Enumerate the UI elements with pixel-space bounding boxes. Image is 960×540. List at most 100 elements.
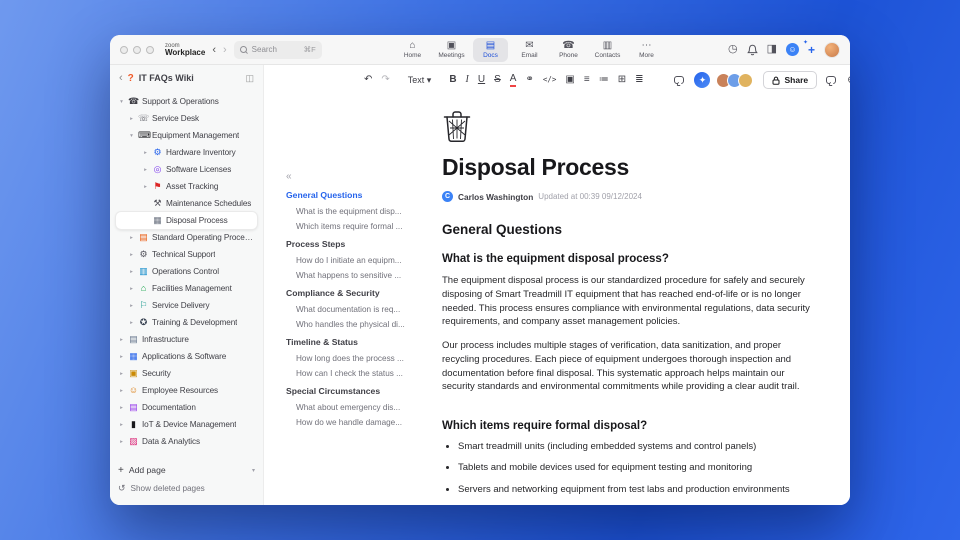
outline-item[interactable]: Which items require formal ...	[296, 222, 428, 231]
share-button[interactable]: Share	[763, 71, 818, 89]
tab-meetings[interactable]: ▣ Meetings	[434, 38, 469, 62]
bell-icon[interactable]	[746, 44, 758, 56]
chevron-icon[interactable]: ▸	[128, 269, 135, 275]
sidebar-item-support-operations[interactable]: ▾ ☎ Support & Operations	[116, 93, 257, 110]
chevron-down-icon[interactable]: ▾	[252, 467, 255, 474]
outline-item[interactable]: General Questions	[286, 190, 428, 200]
chevron-icon[interactable]: ▸	[118, 439, 125, 445]
clock-icon[interactable]: ◷	[728, 44, 738, 55]
chevron-icon[interactable]: ▸	[128, 235, 135, 241]
forward-button[interactable]: ›	[223, 44, 227, 56]
align-icon[interactable]: ≣	[635, 75, 643, 85]
back-button[interactable]: ‹	[212, 44, 216, 56]
outline-item[interactable]: How do we handle damage...	[296, 418, 428, 427]
chevron-icon[interactable]: ▸	[118, 405, 125, 411]
traffic-light-close[interactable]	[120, 45, 128, 54]
layout-panel-icon[interactable]: ◨	[767, 44, 777, 55]
sidebar-item-standard-operating-procedures[interactable]: ▸ ▤ Standard Operating Procedures	[116, 229, 257, 246]
profile-avatar[interactable]	[824, 41, 840, 58]
bullet-list-icon[interactable]: ≡	[584, 75, 590, 85]
sidebar-item-equipment-management[interactable]: ▾ ⌨ Equipment Management	[116, 127, 257, 144]
bold-button[interactable]: B	[449, 75, 456, 85]
italic-button[interactable]: I	[466, 75, 469, 85]
chevron-icon[interactable]: ▸	[142, 150, 149, 156]
outline-item[interactable]: Compliance & Security	[286, 288, 428, 298]
tab-docs[interactable]: ▤ Docs	[473, 38, 508, 62]
sidebar-item-training-development[interactable]: ▸ ✪ Training & Development	[116, 314, 257, 331]
outline-item[interactable]: What about emergency dis...	[296, 403, 428, 412]
add-page-button[interactable]: + Add page ▾	[118, 462, 255, 478]
outline-item[interactable]: What documentation is req...	[296, 305, 428, 314]
insert-table-icon[interactable]: ⊞	[618, 75, 626, 85]
text-style-dropdown[interactable]: Text ▾	[408, 75, 432, 85]
sidebar-item-service-delivery[interactable]: ▸ ⚐ Service Delivery	[116, 297, 257, 314]
outline-item[interactable]: How do I initiate an equipm...	[296, 256, 428, 265]
collaborator-avatar[interactable]	[738, 72, 754, 88]
comment-icon[interactable]	[674, 76, 685, 84]
chevron-icon[interactable]: ▸	[142, 167, 149, 173]
chevron-icon[interactable]: ▾	[128, 133, 135, 139]
chevron-icon[interactable]: ▸	[128, 286, 135, 292]
link-icon[interactable]: ⚭	[525, 75, 533, 85]
undo-icon[interactable]: ↶	[364, 75, 372, 85]
numbered-list-icon[interactable]: ≔	[599, 75, 609, 85]
tab-contacts[interactable]: ▥ Contacts	[590, 38, 625, 62]
sidebar-item-disposal-process[interactable]: ▦ Disposal Process	[116, 212, 257, 229]
sidebar-item-hardware-inventory[interactable]: ▸ ⚙ Hardware Inventory	[116, 144, 257, 161]
text-color-button[interactable]: A	[509, 73, 517, 87]
ai-companion-button[interactable]: ✦	[694, 72, 711, 88]
outline-item[interactable]: How long does the process ...	[296, 354, 428, 363]
chevron-icon[interactable]: ▸	[118, 337, 125, 343]
tab-more[interactable]: ⋯ More	[629, 38, 664, 62]
outline-item[interactable]: Timeline & Status	[286, 337, 428, 347]
show-deleted-pages-button[interactable]: ↺ Show deleted pages	[118, 481, 255, 496]
chevron-icon[interactable]: ▾	[118, 99, 125, 105]
globe-icon[interactable]: ⊕	[847, 74, 850, 86]
sidebar-item-documentation[interactable]: ▸ ▤ Documentation	[116, 399, 257, 416]
tab-email[interactable]: ✉ Email	[512, 38, 547, 62]
presence-avatar[interactable]: ☺	[785, 43, 799, 56]
outline-item[interactable]: What happens to sensitive ...	[296, 271, 428, 280]
sidebar-item-operations-control[interactable]: ▸ ▥ Operations Control	[116, 263, 257, 280]
sidebar-collapse-icon[interactable]: ◫	[245, 73, 254, 84]
outline-item[interactable]: Special Circumstances	[286, 386, 428, 396]
tab-phone[interactable]: ☎ Phone	[551, 38, 586, 62]
sidebar-item-software-licenses[interactable]: ▸ ◎ Software Licenses	[116, 161, 257, 178]
tab-home[interactable]: ⌂ Home	[395, 38, 430, 62]
outline-item[interactable]: Process Steps	[286, 239, 428, 249]
chevron-icon[interactable]: ▸	[142, 184, 149, 190]
sidebar-item-applications-software[interactable]: ▸ ▦ Applications & Software	[116, 348, 257, 365]
chevron-icon[interactable]: ▸	[118, 422, 125, 428]
sidebar-item-facilities-management[interactable]: ▸ ⌂ Facilities Management	[116, 280, 257, 297]
sidebar-back-icon[interactable]: ‹	[119, 72, 123, 84]
sidebar-item-infrastructure[interactable]: ▸ ▤ Infrastructure	[116, 331, 257, 348]
inline-code-icon[interactable]: </>	[543, 76, 557, 84]
sidebar-item-employee-resources[interactable]: ▸ ☺ Employee Resources	[116, 382, 257, 399]
redo-icon[interactable]: ↷	[381, 75, 389, 85]
chevron-icon[interactable]: ▸	[128, 320, 135, 326]
outline-item[interactable]: How can I check the status ...	[296, 369, 428, 378]
sidebar-item-data-analytics[interactable]: ▸ ▨ Data & Analytics	[116, 433, 257, 450]
chevron-icon[interactable]: ▸	[118, 371, 125, 377]
sidebar-item-service-desk[interactable]: ▸ ☏ Service Desk	[116, 110, 257, 127]
code-block-icon[interactable]: ▣	[565, 75, 574, 85]
strikethrough-button[interactable]: S	[494, 75, 501, 85]
collapse-outline-icon[interactable]: «	[286, 171, 428, 182]
outline-item[interactable]: What is the equipment disp...	[296, 207, 428, 216]
outline-item[interactable]: Who handles the physical di...	[296, 320, 428, 329]
traffic-light-zoom[interactable]	[146, 45, 154, 54]
sidebar-item-asset-tracking[interactable]: ▸ ⚑ Asset Tracking	[116, 178, 257, 195]
search-input[interactable]: Search ⌘F	[233, 40, 322, 59]
traffic-light-minimize[interactable]	[133, 45, 141, 54]
sidebar-item-security[interactable]: ▸ ▣ Security	[116, 365, 257, 382]
page-emoji[interactable]	[442, 109, 814, 148]
add-new-button[interactable]: ✦ +	[803, 40, 815, 56]
sidebar-item-technical-support[interactable]: ▸ ⚙ Technical Support	[116, 246, 257, 263]
sidebar-item-maintenance-schedules[interactable]: ⚒ Maintenance Schedules	[116, 195, 257, 212]
chevron-icon[interactable]: ▸	[128, 252, 135, 258]
comments-panel-icon[interactable]	[826, 76, 837, 84]
chevron-icon[interactable]: ▸	[128, 303, 135, 309]
chevron-icon[interactable]: ▸	[128, 116, 135, 122]
underline-button[interactable]: U	[478, 75, 485, 85]
chevron-icon[interactable]: ▸	[118, 354, 125, 360]
